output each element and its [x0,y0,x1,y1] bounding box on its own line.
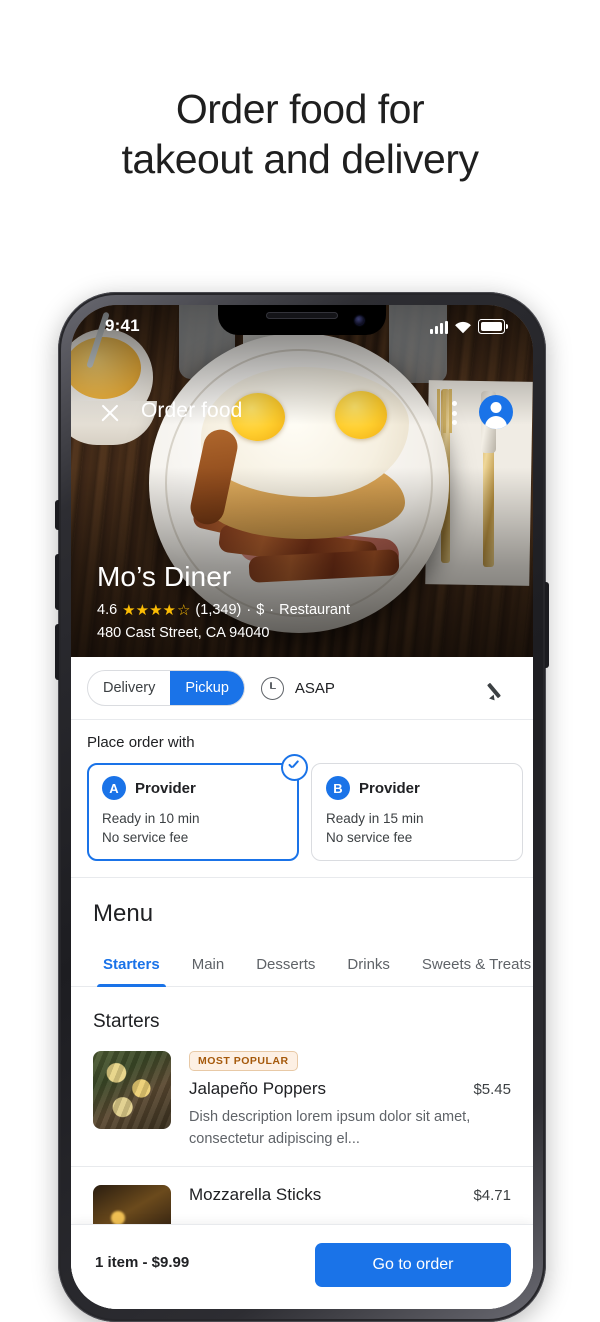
menu-item-price: $4.71 [473,1187,511,1204]
restaurant-hero-image: Mo’s Diner 4.6 ★★★★ ☆ (1,349) · $ · Resta… [71,305,533,657]
cart-summary: 1 item - $9.99 [95,1254,190,1271]
provider-badge: B [326,776,350,800]
menu-category-tabs[interactable]: Starters Main Desserts Drinks Sweets & T… [71,946,533,987]
provider-ready-time: Ready in 15 min [326,811,424,826]
phone-mute-switch[interactable] [55,500,59,530]
delivery-pickup-toggle[interactable]: Delivery Pickup [87,670,245,706]
menu-heading: Menu [93,900,154,927]
pencil-edit-icon[interactable] [487,678,511,703]
menu-category-title: Starters [93,1011,160,1032]
menu-item-name: Mozzarella Sticks [189,1185,322,1204]
account-avatar-icon[interactable] [479,395,513,429]
headline-line-2: takeout and delivery [121,136,479,182]
app-bar-title: Order food [141,399,243,422]
provider-card-1[interactable]: A Provider Ready in 10 min No service fe… [87,754,308,861]
cellular-signal-icon [430,321,448,334]
provider-card-2[interactable]: B Provider Ready in 15 min No service fe… [311,763,523,861]
restaurant-category: Restaurant [279,602,351,618]
pickup-option[interactable]: Pickup [170,671,244,705]
provider-section: Place order with A Provider Ready in 10 … [71,720,533,878]
status-indicators [430,319,508,334]
provider-name: Provider [135,779,196,797]
clock-icon [260,676,284,700]
tab-desserts[interactable]: Desserts [240,946,331,986]
phone-notch [218,305,386,335]
jalapeno-poppers-thumbnail [93,1051,171,1129]
page-headline: Order food for takeout and delivery [0,84,600,184]
order-mode-row: Delivery Pickup ASAP [71,657,533,720]
price-level: $ [256,602,265,618]
phone-volume-down-button[interactable] [55,624,59,680]
meta-separator-1: · [246,602,252,618]
rating-value: 4.6 [97,602,118,618]
provider-badge: A [102,776,126,800]
provider-ready-time: Ready in 10 min [102,811,200,826]
rating-stars-icon: ★★★★ ☆ [122,602,191,619]
restaurant-name: Mo’s Diner [97,561,232,592]
provider-fee: No service fee [326,830,413,845]
order-bottom-bar: 1 item - $9.99 Go to order [71,1224,533,1309]
tab-drinks[interactable]: Drinks [331,946,406,986]
app-bar: Order food [71,393,533,437]
provider-section-label: Place order with [87,734,195,751]
menu-item-name: Jalapeño Poppers [189,1079,327,1098]
wifi-icon [455,321,471,334]
tab-main[interactable]: Main [176,946,241,986]
check-circle-icon [281,754,308,781]
restaurant-info: Mo’s Diner 4.6 ★★★★ ☆ (1,349) · $ · Resta… [97,561,350,641]
earpiece-speaker-icon [266,312,338,319]
close-icon[interactable] [97,400,123,426]
phone-screen: Mo’s Diner 4.6 ★★★★ ☆ (1,349) · $ · Resta… [71,305,533,1309]
tab-starters[interactable]: Starters [87,946,176,987]
provider-name: Provider [359,779,420,797]
delivery-option[interactable]: Delivery [88,671,170,705]
tab-sweets-and-treats[interactable]: Sweets & Treats [406,946,533,986]
meta-separator-2: · [269,602,275,618]
menu-item-price: $5.45 [473,1081,511,1098]
phone-mockup: Mo’s Diner 4.6 ★★★★ ☆ (1,349) · $ · Resta… [55,292,549,1322]
menu-item-description: Dish description lorem ipsum dolor sit a… [189,1109,471,1147]
menu-item-jalapeno-poppers[interactable]: MOST POPULAR Jalapeño Poppers $5.45 Dish… [71,1033,533,1167]
order-time-label: ASAP [294,679,335,697]
go-to-order-button[interactable]: Go to order [315,1243,511,1287]
phone-power-button[interactable] [545,582,549,668]
half-star-icon: ☆ [176,602,191,619]
review-count: (1,349) [195,602,242,618]
restaurant-meta: 4.6 ★★★★ ☆ (1,349) · $ · Restaurant [97,601,350,619]
most-popular-badge: MOST POPULAR [189,1051,298,1071]
more-vert-icon[interactable] [452,401,457,425]
front-camera-icon [355,316,364,325]
order-sheet: Delivery Pickup ASAP Place order with A [71,657,533,1309]
battery-full-icon [478,319,508,334]
provider-fee: No service fee [102,830,189,845]
restaurant-address: 480 Cast Street, CA 94040 [97,625,270,641]
status-time: 9:41 [105,316,140,335]
headline-line-1: Order food for [175,86,425,132]
provider-card-list[interactable]: A Provider Ready in 10 min No service fe… [87,754,533,861]
phone-volume-up-button[interactable] [55,554,59,610]
